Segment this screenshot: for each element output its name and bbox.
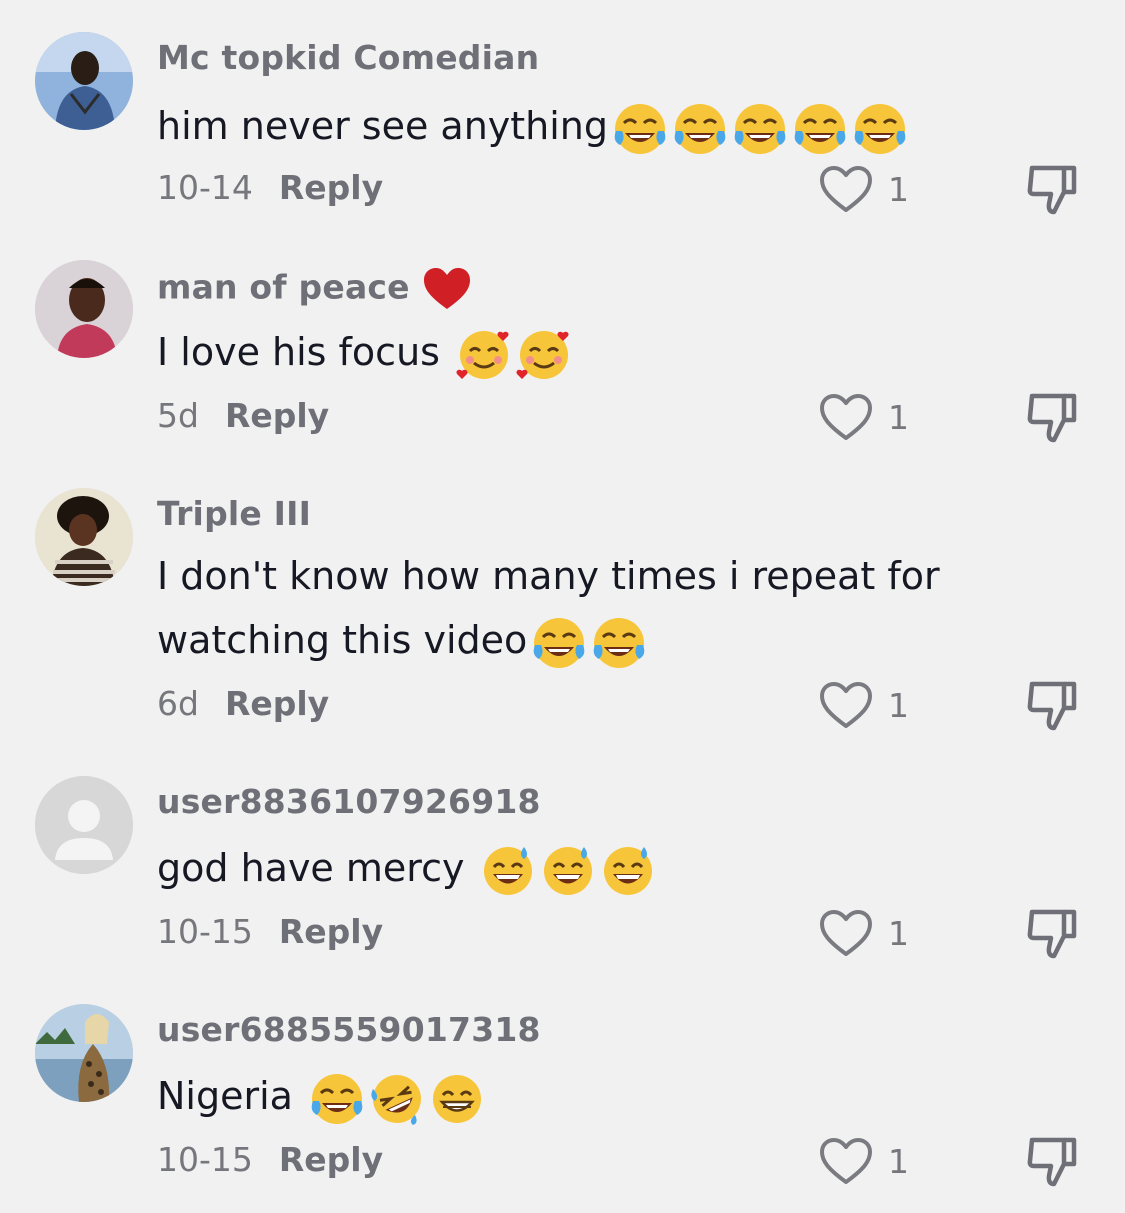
avatar[interactable]	[35, 1004, 133, 1102]
comment-list: Mc topkid Comedian him never see anythin…	[0, 0, 1125, 1213]
reply-button[interactable]: Reply	[279, 168, 383, 207]
comment-text: Nigeria	[157, 1064, 977, 1128]
comment-date: 5d	[157, 396, 199, 435]
grinning-face-with-sweat-icon	[600, 843, 656, 899]
dislike-button[interactable]	[1024, 678, 1082, 738]
dislike-button[interactable]	[1024, 1134, 1082, 1194]
like-button[interactable]: 1	[818, 164, 909, 214]
comment-meta: 10-15 Reply	[157, 912, 383, 951]
comment-text-content: I love his focus	[157, 330, 440, 374]
comment-text-content: god have mercy	[157, 846, 465, 890]
thumbs-down-icon	[1027, 681, 1077, 731]
red-heart-icon	[422, 266, 472, 312]
heart-outline-icon	[820, 166, 872, 212]
heart-outline-icon	[820, 394, 872, 440]
like-count: 1	[888, 1141, 909, 1181]
face-with-tears-of-joy-icon	[531, 615, 587, 671]
dislike-button[interactable]	[1024, 390, 1082, 450]
reply-button[interactable]: Reply	[279, 912, 383, 951]
face-with-tears-of-joy-icon	[672, 101, 728, 157]
comment-date: 6d	[157, 684, 199, 723]
like-button[interactable]: 1	[818, 680, 909, 730]
avatar[interactable]	[35, 776, 133, 874]
reply-button[interactable]: Reply	[279, 1140, 383, 1179]
like-button[interactable]: 1	[818, 908, 909, 958]
reply-button[interactable]: Reply	[225, 396, 329, 435]
avatar[interactable]	[35, 488, 133, 586]
comment-meta: 10-15 Reply	[157, 1140, 383, 1179]
beaming-face-with-smiling-eyes-icon	[429, 1071, 485, 1127]
dislike-button[interactable]	[1024, 162, 1082, 222]
comment-text: him never see anything	[157, 94, 977, 158]
heart-outline-icon	[820, 910, 872, 956]
comment-meta: 10-14 Reply	[157, 168, 383, 207]
heart-outline-icon	[820, 1138, 872, 1184]
thumbs-down-icon	[1027, 1137, 1077, 1187]
username[interactable]: Triple III	[157, 494, 311, 533]
avatar[interactable]	[35, 32, 133, 130]
comment-text: god have mercy	[157, 836, 977, 900]
thumbs-down-icon	[1027, 909, 1077, 959]
comment-meta: 6d Reply	[157, 684, 329, 723]
avatar[interactable]	[35, 260, 133, 358]
like-button[interactable]: 1	[818, 392, 909, 442]
comment-date: 10-15	[157, 912, 253, 951]
reply-button[interactable]: Reply	[225, 684, 329, 723]
face-with-tears-of-joy-icon	[309, 1071, 365, 1127]
comment-text-content: him never see anything	[157, 104, 609, 148]
comment-text: I don't know how many times i repeat for…	[157, 544, 977, 672]
like-count: 1	[888, 913, 909, 953]
like-count: 1	[888, 397, 909, 437]
like-count: 1	[888, 169, 909, 209]
heart-outline-icon	[820, 682, 872, 728]
face-with-tears-of-joy-icon	[852, 101, 908, 157]
face-with-tears-of-joy-icon	[612, 101, 668, 157]
username[interactable]: user6885559017318	[157, 1010, 541, 1049]
comment-text-line: I don't know how many times i repeat for	[157, 554, 940, 598]
username[interactable]: user8836107926918	[157, 782, 541, 821]
like-count: 1	[888, 685, 909, 725]
thumbs-down-icon	[1027, 165, 1077, 215]
comment-date: 10-15	[157, 1140, 253, 1179]
grinning-face-with-sweat-icon	[480, 843, 536, 899]
username-text[interactable]: man of peace	[157, 268, 410, 307]
comment-text-line: watching this video	[157, 608, 977, 672]
comment-meta: 5d Reply	[157, 396, 329, 435]
smiling-face-with-hearts-icon	[456, 327, 512, 383]
username[interactable]: Mc topkid Comedian	[157, 38, 539, 77]
rolling-on-the-floor-laughing-icon	[369, 1071, 425, 1127]
dislike-button[interactable]	[1024, 906, 1082, 966]
thumbs-down-icon	[1027, 393, 1077, 443]
comment-text-content: Nigeria	[157, 1074, 293, 1118]
comment-text-content: watching this video	[157, 618, 528, 662]
face-with-tears-of-joy-icon	[732, 101, 788, 157]
face-with-tears-of-joy-icon	[792, 101, 848, 157]
username: man of peace	[157, 266, 472, 312]
comment-date: 10-14	[157, 168, 253, 207]
face-with-tears-of-joy-icon	[591, 615, 647, 671]
grinning-face-with-sweat-icon	[540, 843, 596, 899]
comment-text: I love his focus	[157, 320, 977, 384]
smiling-face-with-hearts-icon	[516, 327, 572, 383]
like-button[interactable]: 1	[818, 1136, 909, 1186]
